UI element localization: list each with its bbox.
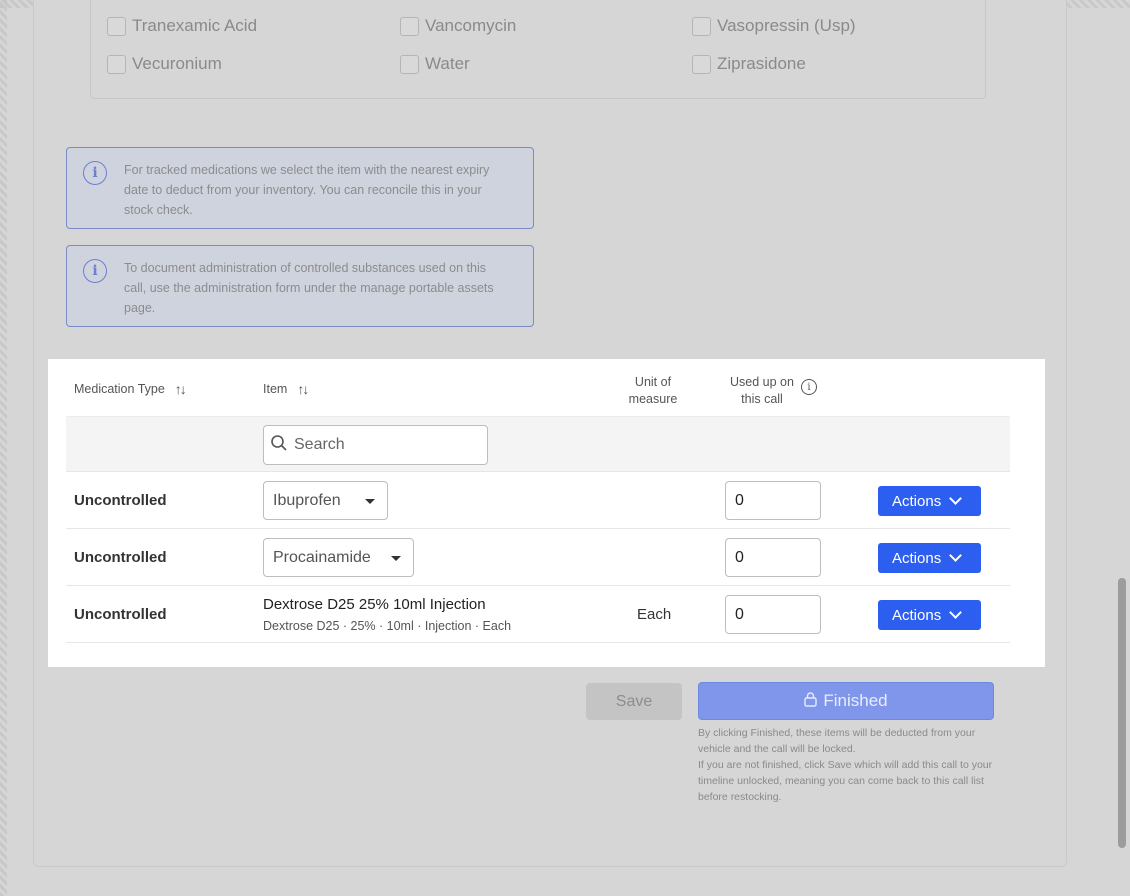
header-item[interactable]: Item ↑↓ (263, 381, 309, 397)
unit-of-measure-cell: Each (637, 606, 672, 623)
medication-type-cell: Uncontrolled (74, 549, 167, 566)
checkbox-vancomycin[interactable]: Vancomycin (400, 16, 516, 36)
item-select[interactable]: Procainamide (263, 538, 414, 577)
actions-button[interactable]: Actions (878, 543, 981, 573)
checkbox-box[interactable] (400, 16, 419, 36)
medication-type-cell: Uncontrolled (74, 606, 167, 623)
quantity-input[interactable]: 0 (725, 481, 821, 520)
checkbox-label: Vasopressin (Usp) (717, 16, 856, 35)
search-input[interactable] (294, 436, 474, 454)
header-medication-type[interactable]: Medication Type ↑↓ (74, 381, 187, 397)
checkbox-tranexamic-acid[interactable]: Tranexamic Acid (107, 16, 257, 36)
header-label: Used up on (730, 375, 794, 389)
header-label: Unit of (634, 375, 672, 389)
actions-label: Actions (892, 492, 942, 510)
medication-checkbox-panel: Tranexamic Acid Vancomycin Vasopressin (… (90, 0, 986, 99)
checkbox-water[interactable]: Water (400, 54, 470, 74)
table-row: Uncontrolled Procainamide 0 Actions (66, 529, 1010, 586)
chevron-down-icon (949, 606, 963, 619)
checkbox-box[interactable] (692, 54, 711, 74)
actions-label: Actions (892, 549, 942, 567)
item-detail: Dextrose D25 · 25% · 10ml · Injection · … (263, 619, 512, 633)
info-icon: i (83, 161, 107, 185)
actions-button[interactable]: Actions (878, 486, 981, 516)
page-edge-left (0, 0, 7, 896)
info-controlled-substances: i To document administration of controll… (66, 245, 534, 327)
quantity-input[interactable]: 0 (725, 595, 821, 634)
actions-button[interactable]: Actions (878, 600, 981, 630)
item-select[interactable]: Ibuprofen (263, 481, 388, 520)
header-unit-of-measure: Unit of measure (626, 374, 680, 408)
medication-type-cell: Uncontrolled (74, 492, 167, 509)
item-select-value: Procainamide (273, 548, 371, 566)
info-icon[interactable]: i (801, 379, 817, 395)
chevron-down-icon (949, 549, 963, 562)
checkbox-box[interactable] (692, 16, 711, 36)
chevron-down-icon (949, 492, 963, 505)
sort-icon[interactable]: ↑↓ (175, 381, 187, 397)
info-text: To document administration of controlled… (124, 261, 494, 315)
sort-icon[interactable]: ↑↓ (297, 381, 309, 397)
item-select-value: Ibuprofen (273, 491, 341, 509)
checkbox-label: Ziprasidone (717, 54, 806, 73)
item-name: Dextrose D25 25% 10ml Injection (263, 596, 486, 613)
lock-icon (804, 691, 818, 711)
table-row: Uncontrolled Ibuprofen 0 Actions (66, 472, 1010, 529)
checkbox-label: Vecuronium (132, 54, 222, 73)
medication-table: Medication Type ↑↓ Item ↑↓ Unit of measu… (48, 359, 1045, 667)
header-used-up: Used up on this call (726, 374, 798, 408)
info-text: For tracked medications we select the it… (124, 163, 490, 217)
search-icon (264, 434, 294, 457)
scrollbar-thumb[interactable] (1118, 578, 1126, 848)
checkbox-label: Vancomycin (425, 16, 517, 35)
header-label: Item (263, 382, 288, 396)
caret-down-icon (365, 499, 375, 504)
info-tracked-medications: i For tracked medications we select the … (66, 147, 534, 229)
checkbox-vecuronium[interactable]: Vecuronium (107, 54, 222, 74)
finish-help-text: By clicking Finished, these items will b… (698, 725, 998, 805)
finished-label: Finished (823, 691, 888, 710)
header-label: measure (628, 392, 678, 406)
note-line: If you are not finished, click Save whic… (698, 759, 993, 803)
filter-row (66, 416, 1010, 472)
caret-down-icon (391, 556, 401, 561)
finished-button[interactable]: Finished (698, 682, 994, 720)
save-button[interactable]: Save (586, 683, 682, 720)
search-field[interactable] (263, 425, 488, 465)
checkbox-box[interactable] (107, 54, 126, 74)
checkbox-box[interactable] (107, 16, 126, 36)
checkbox-label: Tranexamic Acid (132, 16, 258, 35)
header-label: this call (741, 392, 783, 406)
table-row: Uncontrolled Dextrose D25 25% 10ml Injec… (66, 586, 1010, 643)
quantity-input[interactable]: 0 (725, 538, 821, 577)
checkbox-vasopressin[interactable]: Vasopressin (Usp) (692, 16, 856, 36)
header-label: Medication Type (74, 382, 165, 396)
checkbox-label: Water (425, 54, 470, 73)
note-line: By clicking Finished, these items will b… (698, 727, 976, 755)
save-label: Save (615, 692, 653, 710)
info-icon: i (83, 259, 107, 283)
checkbox-box[interactable] (400, 54, 419, 74)
checkbox-ziprasidone[interactable]: Ziprasidone (692, 54, 806, 74)
actions-label: Actions (892, 606, 942, 624)
